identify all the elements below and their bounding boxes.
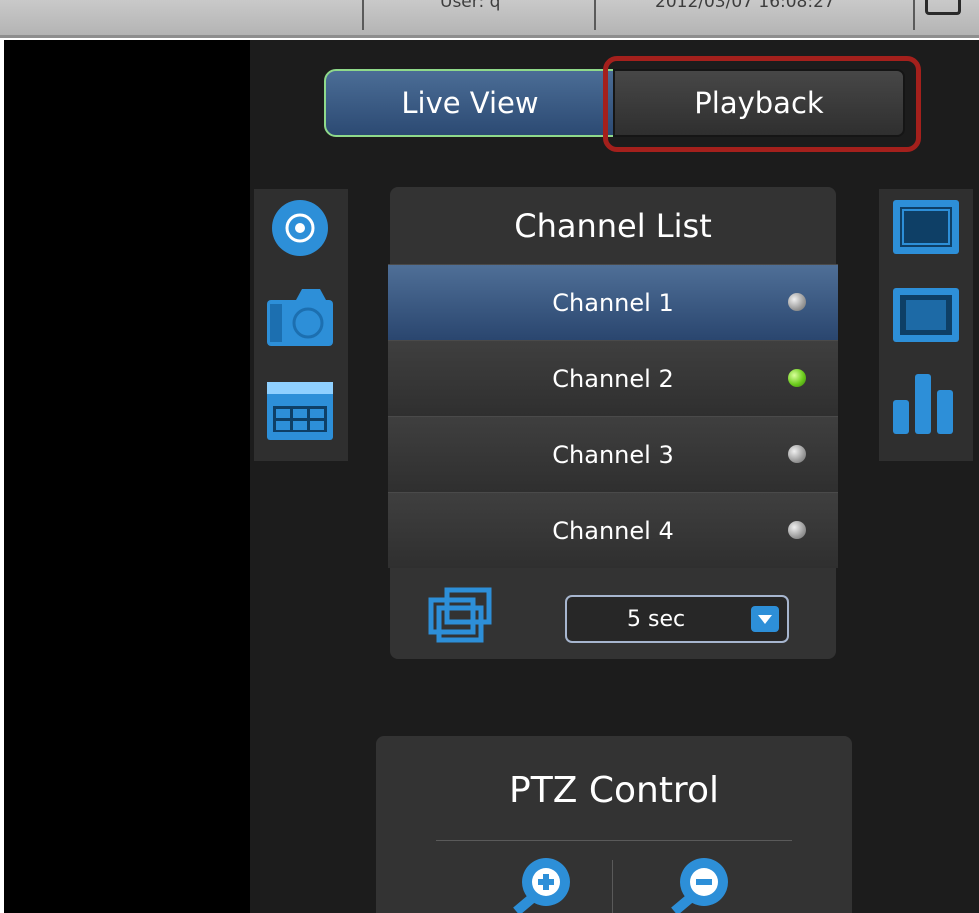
cycle-channels-icon[interactable] bbox=[428, 586, 494, 644]
video-display[interactable] bbox=[4, 40, 250, 913]
cycle-interval-select[interactable]: 5 sec bbox=[565, 595, 789, 643]
channel-label: Channel 3 bbox=[552, 441, 674, 469]
bar-chart-icon[interactable] bbox=[891, 372, 961, 436]
zoom-out-icon[interactable] bbox=[668, 852, 730, 913]
status-divider bbox=[362, 0, 364, 30]
channel-row-2[interactable]: Channel 2 bbox=[388, 340, 838, 416]
status-divider bbox=[913, 0, 915, 30]
channel-label: Channel 1 bbox=[552, 289, 674, 317]
channel-row-4[interactable]: Channel 4 bbox=[388, 492, 838, 568]
fullscreen-icon[interactable] bbox=[891, 198, 961, 256]
cycle-interval-value: 5 sec bbox=[627, 606, 686, 632]
channel-row-3[interactable]: Channel 3 bbox=[388, 416, 838, 492]
channel-list-title: Channel List bbox=[514, 207, 712, 245]
user-label: User: q bbox=[440, 0, 501, 12]
channel-status-dot bbox=[788, 369, 806, 387]
channel-row-1[interactable]: Channel 1 bbox=[388, 264, 838, 340]
camera-icon[interactable] bbox=[266, 286, 334, 348]
tab-playback-label: Playback bbox=[694, 86, 824, 120]
status-divider bbox=[594, 0, 596, 30]
logout-icon[interactable] bbox=[925, 0, 961, 15]
zoom-in-icon[interactable] bbox=[510, 852, 572, 913]
datetime-label: 2012/03/07 16:08:27 bbox=[655, 0, 835, 12]
ptz-divider bbox=[436, 840, 792, 841]
tab-live-view[interactable]: Live View bbox=[324, 69, 616, 137]
channel-label: Channel 4 bbox=[552, 517, 674, 545]
channel-status-dot bbox=[788, 293, 806, 311]
disc-icon[interactable] bbox=[266, 198, 334, 258]
top-status-bar: User: q 2012/03/07 16:08:27 bbox=[0, 0, 979, 38]
channel-status-dot bbox=[788, 521, 806, 539]
channel-status-dot bbox=[788, 445, 806, 463]
ptz-control-title: PTZ Control bbox=[509, 769, 719, 811]
chevron-down-icon[interactable] bbox=[751, 606, 779, 632]
tab-live-view-label: Live View bbox=[401, 86, 539, 120]
channel-label: Channel 2 bbox=[552, 365, 674, 393]
window-icon[interactable] bbox=[891, 286, 961, 344]
tab-playback[interactable]: Playback bbox=[613, 69, 905, 137]
ptz-divider bbox=[612, 860, 613, 913]
calendar-icon[interactable] bbox=[266, 380, 334, 442]
